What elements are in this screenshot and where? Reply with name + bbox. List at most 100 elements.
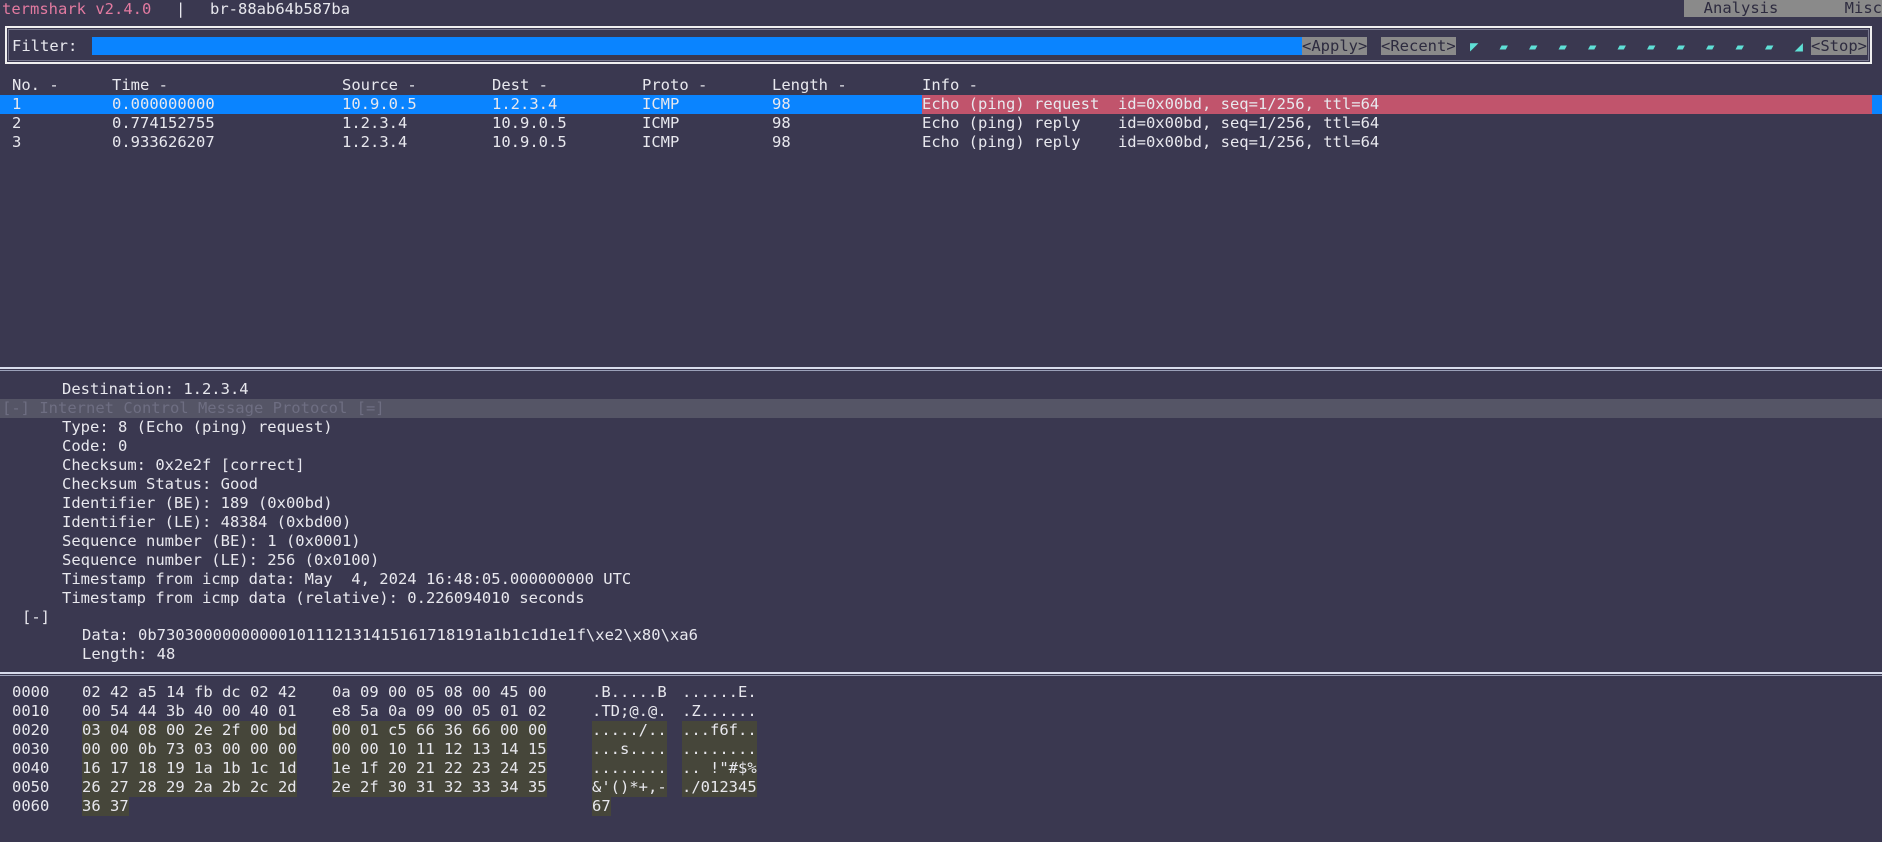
packet-proto: ICMP xyxy=(642,114,680,132)
packet-dest: 10.9.0.5 xyxy=(492,114,567,132)
detail-field[interactable]: Code: 0 xyxy=(62,437,127,456)
hex-offset: 0060 xyxy=(12,797,50,815)
packet-length: 98 xyxy=(772,95,791,113)
detail-field[interactable]: Checksum Status: Good xyxy=(62,475,258,494)
hex-bytes-right: 00 01 c5 66 36 66 00 00 xyxy=(332,721,547,740)
detail-field[interactable]: Sequence number (BE): 1 (0x0001) xyxy=(62,532,361,551)
hex-bytes-right: 1e 1f 20 21 22 23 24 25 xyxy=(332,759,547,778)
hex-row[interactable]: 0000 02 42 a5 14 fb dc 02 42 0a 09 00 05 0… xyxy=(0,683,780,702)
icmp-section-header[interactable]: [-] Internet Control Message Protocol [=… xyxy=(2,399,385,418)
detail-data[interactable]: Data: 0b73030000000000101112131415161718… xyxy=(82,626,698,645)
packet-no: 2 xyxy=(12,114,22,132)
hex-bytes-right: e8 5a 0a 09 00 05 01 02 xyxy=(332,702,547,720)
packet-dest: 1.2.3.4 xyxy=(492,95,558,113)
packet-no: 3 xyxy=(12,133,22,151)
spinner-segment-icon: ▰ xyxy=(1676,39,1685,55)
hex-bytes-right: 2e 2f 30 31 32 33 34 35 xyxy=(332,778,547,797)
spinner-segment-icon: ▰ xyxy=(1706,39,1715,55)
column-header-length[interactable]: Length - xyxy=(772,76,847,95)
filter-label: Filter: xyxy=(12,37,78,55)
hex-bytes-left: 16 17 18 19 1a 1b 1c 1d xyxy=(82,759,297,778)
hex-offset: 0040 xyxy=(12,759,50,777)
spinner-segment-icon: ◤ xyxy=(1470,39,1479,55)
hex-bytes-left: 00 00 0b 73 03 00 00 00 xyxy=(82,740,297,759)
column-header-no[interactable]: No. - xyxy=(12,76,59,95)
analysis-menu-button[interactable]: Analysis xyxy=(1684,0,1798,17)
data-section-toggle[interactable]: [-] xyxy=(22,608,50,627)
detail-field[interactable]: Sequence number (LE): 256 (0x0100) xyxy=(62,551,379,570)
spinner-segment-icon: ▰ xyxy=(1647,39,1656,55)
hex-bytes-right: 0a 09 00 05 08 00 45 00 xyxy=(332,683,547,701)
spinner-segment-icon: ▰ xyxy=(1529,39,1538,55)
packet-source: 1.2.3.4 xyxy=(342,114,408,132)
apply-button[interactable]: <Apply> xyxy=(1302,37,1368,55)
spinner-segment-icon: ▰ xyxy=(1735,39,1744,55)
detail-data-length[interactable]: Length: 48 xyxy=(82,645,175,664)
hex-offset: 0020 xyxy=(12,721,50,739)
detail-field[interactable]: Timestamp from icmp data (relative): 0.2… xyxy=(62,589,585,608)
ascii-left: ........ xyxy=(592,759,667,778)
detail-field[interactable]: Type: 8 (Echo (ping) request) xyxy=(62,418,333,437)
ascii-right: .Z...... xyxy=(682,702,757,720)
packet-proto: ICMP xyxy=(642,95,680,113)
packet-proto: ICMP xyxy=(642,133,680,151)
pane-divider[interactable] xyxy=(0,672,1882,676)
column-header-time[interactable]: Time - xyxy=(112,76,168,95)
packet-info: Echo (ping) reply id=0x00bd, seq=1/256, … xyxy=(922,133,1380,151)
packet-time: 0.933626207 xyxy=(112,133,215,151)
hex-bytes-left: 26 27 28 29 2a 2b 2c 2d xyxy=(82,778,297,797)
interface-name: br-88ab64b587ba xyxy=(210,0,350,18)
ascii-left: ...s.... xyxy=(592,740,667,759)
packet-row[interactable]: 2 0.774152755 1.2.3.4 10.9.0.5 ICMP 98 E… xyxy=(0,114,1882,133)
hex-row[interactable]: 0050 26 27 28 29 2a 2b 2c 2d 2e 2f 30 31 3… xyxy=(0,778,780,797)
spinner-segment-icon: ▰ xyxy=(1499,39,1508,55)
ascii-left: ...../.. xyxy=(592,721,667,740)
spinner-segment-icon: ▰ xyxy=(1558,39,1567,55)
ascii-left: .B.....B xyxy=(592,683,667,701)
ascii-left: .TD;@.@. xyxy=(592,702,667,720)
hex-row[interactable]: 0020 03 04 08 00 2e 2f 00 bd 00 01 c5 66 3… xyxy=(0,721,780,740)
hex-bytes-left: 02 42 a5 14 fb dc 02 42 xyxy=(82,683,297,701)
detail-field[interactable]: Checksum: 0x2e2f [correct] xyxy=(62,456,305,475)
hex-row[interactable]: 0030 00 00 0b 73 03 00 00 00 00 00 10 11 1… xyxy=(0,740,780,759)
detail-field[interactable]: Identifier (BE): 189 (0x00bd) xyxy=(62,494,333,513)
pane-divider[interactable] xyxy=(0,367,1882,371)
spinner-segment-icon: ▰ xyxy=(1588,39,1597,55)
column-header-proto[interactable]: Proto - xyxy=(642,76,707,95)
misc-menu-button[interactable]: Misc xyxy=(1798,0,1882,17)
packet-info: Echo (ping) reply id=0x00bd, seq=1/256, … xyxy=(922,114,1380,132)
ascii-right: ...f6f.. xyxy=(682,721,757,740)
detail-field[interactable]: Identifier (LE): 48384 (0xbd00) xyxy=(62,513,351,532)
stop-button[interactable]: <Stop> xyxy=(1811,37,1867,55)
column-header-info[interactable]: Info - xyxy=(922,76,978,95)
packet-source: 10.9.0.5 xyxy=(342,95,417,113)
hex-row[interactable]: 0040 16 17 18 19 1a 1b 1c 1d 1e 1f 20 21 2… xyxy=(0,759,780,778)
spinner-segment-icon: ◢ xyxy=(1794,39,1803,55)
ascii-left: 67 xyxy=(592,797,611,816)
hex-bytes-left: 00 54 44 3b 40 00 40 01 xyxy=(82,702,297,720)
title-separator: | xyxy=(176,0,186,18)
packet-row-selected[interactable]: 1 0.000000000 10.9.0.5 1.2.3.4 ICMP 98 E… xyxy=(0,95,1882,114)
hex-row[interactable]: 0010 00 54 44 3b 40 00 40 01 e8 5a 0a 09 0… xyxy=(0,702,780,721)
recent-button[interactable]: <Recent> xyxy=(1381,37,1456,55)
spinner-segment-icon: ▰ xyxy=(1617,39,1626,55)
packet-row[interactable]: 3 0.933626207 1.2.3.4 10.9.0.5 ICMP 98 E… xyxy=(0,133,1882,152)
packet-length: 98 xyxy=(772,114,791,132)
hex-bytes-left: 36 37 xyxy=(82,797,129,816)
detail-destination[interactable]: Destination: 1.2.3.4 xyxy=(62,380,249,399)
ascii-right: ......E. xyxy=(682,683,757,701)
packet-source: 1.2.3.4 xyxy=(342,133,408,151)
hex-bytes-right: 00 00 10 11 12 13 14 15 xyxy=(332,740,547,759)
packet-time: 0.774152755 xyxy=(112,114,215,132)
packet-no: 1 xyxy=(12,95,22,113)
packet-time: 0.000000000 xyxy=(112,95,215,113)
column-header-source[interactable]: Source - xyxy=(342,76,417,95)
detail-field[interactable]: Timestamp from icmp data: May 4, 2024 16… xyxy=(62,570,631,589)
column-header-dest[interactable]: Dest - xyxy=(492,76,548,95)
hex-offset: 0010 xyxy=(12,702,50,720)
packet-dest: 10.9.0.5 xyxy=(492,133,567,151)
app-title: termshark v2.4.0 xyxy=(2,0,152,18)
hex-row[interactable]: 0060 36 37 67 xyxy=(0,797,780,816)
packet-length: 98 xyxy=(772,133,791,151)
display-filter-input[interactable] xyxy=(92,37,1302,55)
